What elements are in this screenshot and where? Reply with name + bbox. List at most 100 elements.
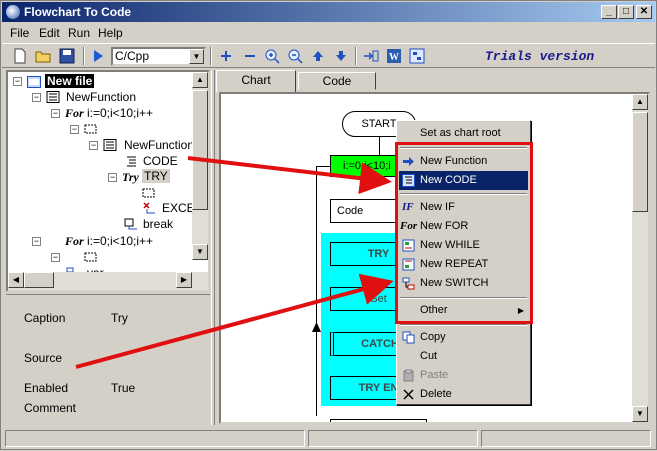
tab-code[interactable]: Code (298, 72, 376, 90)
scroll-up-button[interactable]: ▲ (192, 72, 208, 88)
status-panel (481, 430, 651, 447)
menu-item-set-chart-root[interactable]: Set as chart root (399, 124, 528, 143)
tree-item-label[interactable]: CODE (143, 154, 178, 168)
word-icon[interactable]: W (386, 48, 402, 64)
tree-collapse-toggle[interactable]: − (32, 237, 41, 246)
title-bar[interactable]: Flowchart To Code _ □ ✕ (2, 2, 655, 22)
tree-item-label[interactable]: NewFunction (124, 138, 194, 152)
scroll-down-button[interactable]: ▼ (632, 406, 648, 422)
tree-collapse-toggle[interactable]: − (51, 109, 60, 118)
menu-bar: File Edit Run Help (2, 23, 655, 42)
exception-icon (143, 202, 155, 214)
tree-view[interactable]: − New file − NewFunction − For i:=0;i<10… (6, 70, 210, 292)
loop-line (316, 166, 317, 416)
toolbar-separator (83, 47, 85, 65)
toolbar-separator (355, 47, 357, 65)
toolbar-separator (210, 47, 212, 65)
block-icon (84, 124, 97, 134)
maximize-button[interactable]: □ (618, 5, 634, 19)
toolbar: C/Cpp ▼ W Trials version (2, 43, 655, 68)
function-icon (46, 91, 60, 103)
scroll-thumb[interactable] (632, 112, 648, 212)
annotation-highlight-box (395, 142, 533, 324)
move-down-icon[interactable] (333, 48, 349, 64)
scroll-right-button[interactable]: ▶ (176, 272, 192, 288)
scroll-up-button[interactable]: ▲ (632, 94, 648, 110)
for-icon: For (65, 106, 84, 120)
block-icon (84, 252, 97, 262)
loop-arrow-icon (312, 322, 321, 332)
block-icon (142, 188, 155, 198)
app-window: Flowchart To Code _ □ ✕ File Edit Run He… (0, 0, 657, 450)
remove-icon[interactable] (242, 48, 258, 64)
menu-help[interactable]: Help (98, 26, 123, 40)
source-label: Source (24, 351, 63, 365)
tree-item-label[interactable]: break (143, 217, 173, 231)
tree-collapse-toggle[interactable]: − (89, 141, 98, 150)
menu-item-cut[interactable]: Cut (399, 347, 528, 366)
tab-chart[interactable]: Chart (216, 70, 296, 92)
scroll-down-button[interactable]: ▼ (192, 244, 208, 260)
language-value: C/Cpp (115, 49, 150, 63)
comment-label: Comment (24, 401, 77, 415)
paste-icon (403, 369, 414, 382)
app-icon (6, 5, 20, 19)
status-bar (2, 428, 655, 448)
scroll-thumb[interactable] (192, 90, 208, 210)
tree-vertical-scrollbar[interactable]: ▲ ▼ (192, 72, 208, 260)
menu-item-paste[interactable]: Paste (399, 366, 528, 385)
save-icon[interactable] (59, 48, 75, 64)
tree-collapse-toggle[interactable]: − (51, 253, 60, 262)
scroll-left-button[interactable]: ◀ (8, 272, 24, 288)
tree-item-label[interactable]: NewFunction (66, 90, 136, 104)
tree-collapse-toggle[interactable]: − (108, 173, 117, 182)
function-icon (103, 139, 117, 151)
menu-run[interactable]: Run (68, 26, 90, 40)
enabled-label: Enabled (24, 381, 69, 395)
enabled-value[interactable]: True (111, 381, 135, 395)
menu-file[interactable]: File (10, 26, 29, 40)
tree-collapse-toggle[interactable]: − (32, 93, 41, 102)
svg-text:W: W (389, 52, 399, 63)
tree-root-selected[interactable]: New file (45, 74, 95, 88)
menu-item-delete[interactable]: Delete (399, 385, 528, 404)
delete-icon (403, 389, 414, 400)
canvas-vertical-scrollbar[interactable]: ▲ ▼ (632, 94, 648, 422)
chevron-down-icon[interactable]: ▼ (189, 49, 204, 64)
new-file-icon[interactable] (12, 48, 28, 64)
menu-item-copy[interactable]: Copy (399, 328, 528, 347)
close-button[interactable]: ✕ (636, 5, 652, 19)
open-folder-icon[interactable] (35, 48, 51, 64)
file-icon (27, 76, 41, 88)
properties-panel: Caption Try Source Enabled True Comment (6, 294, 210, 424)
run-icon[interactable] (90, 48, 106, 64)
window-title: Flowchart To Code (24, 5, 132, 19)
minimize-button[interactable]: _ (601, 5, 617, 19)
export-icon[interactable] (409, 48, 425, 64)
tree-item-label[interactable]: i:=0;i<10;i++ (87, 234, 153, 248)
scroll-thumb[interactable] (24, 272, 54, 288)
tree-collapse-toggle[interactable]: − (70, 125, 79, 134)
status-panel (308, 430, 478, 447)
trials-version-label: Trials version (485, 49, 595, 64)
break-icon (124, 218, 137, 230)
zoom-in-icon[interactable] (264, 48, 280, 64)
caption-value[interactable]: Try (111, 311, 128, 325)
pane-splitter[interactable] (211, 70, 215, 425)
status-panel (5, 430, 305, 447)
loop-line (316, 166, 330, 167)
code-icon (127, 156, 136, 167)
insert-icon[interactable] (363, 48, 379, 64)
move-up-icon[interactable] (310, 48, 326, 64)
flow-connector (379, 137, 380, 155)
tree-item-label[interactable]: TRY (142, 169, 170, 183)
for-icon: For (65, 234, 84, 248)
menu-edit[interactable]: Edit (39, 26, 60, 40)
try-icon: Try (122, 170, 139, 184)
language-select[interactable]: C/Cpp ▼ (111, 47, 206, 66)
tree-collapse-toggle[interactable]: − (13, 77, 22, 86)
tree-item-label[interactable]: i:=0;i<10;i++ (87, 106, 153, 120)
add-icon[interactable] (218, 48, 234, 64)
zoom-out-icon[interactable] (287, 48, 303, 64)
tree-horizontal-scrollbar[interactable]: ◀ ▶ (8, 272, 208, 290)
